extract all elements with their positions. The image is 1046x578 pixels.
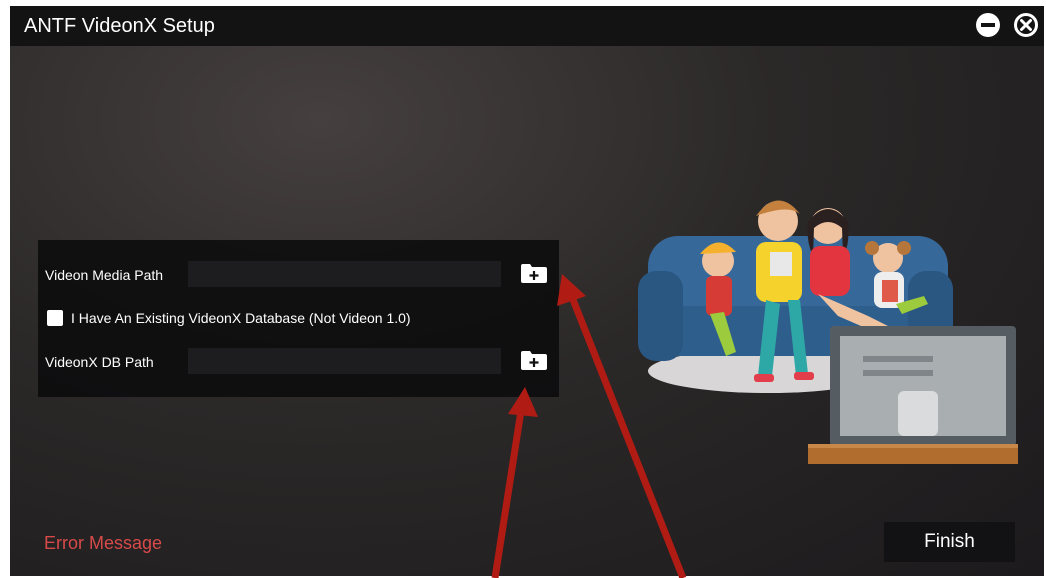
existing-database-checkbox[interactable] (47, 310, 63, 326)
folder-plus-icon (521, 264, 547, 283)
media-path-input[interactable] (188, 261, 501, 287)
close-button[interactable] (1013, 12, 1039, 38)
db-path-label: VideonX DB Path (45, 354, 154, 370)
db-path-input[interactable] (188, 348, 501, 374)
finish-button[interactable]: Finish (884, 522, 1015, 562)
browse-media-path-button[interactable] (519, 261, 549, 285)
minus-circle-icon (976, 13, 1000, 37)
browse-db-path-button[interactable] (519, 348, 549, 372)
error-message: Error Message (44, 533, 163, 553)
minimize-button[interactable] (975, 12, 1001, 38)
window-title: ANTF VideonX Setup (24, 15, 215, 37)
path-settings-panel: Videon Media Path I Have An Existing Vid… (38, 240, 559, 397)
setup-window: ANTF VideonX Setup Videon Media Path I H… (10, 6, 1044, 576)
media-path-label: Videon Media Path (45, 267, 164, 283)
folder-plus-icon (521, 351, 547, 370)
existing-database-label: I Have An Existing VideonX Database (Not… (71, 310, 411, 326)
family-watching-tv-illustration (638, 200, 1018, 464)
close-circle-icon (1014, 13, 1038, 37)
title-bar: ANTF VideonX Setup (10, 6, 1044, 46)
